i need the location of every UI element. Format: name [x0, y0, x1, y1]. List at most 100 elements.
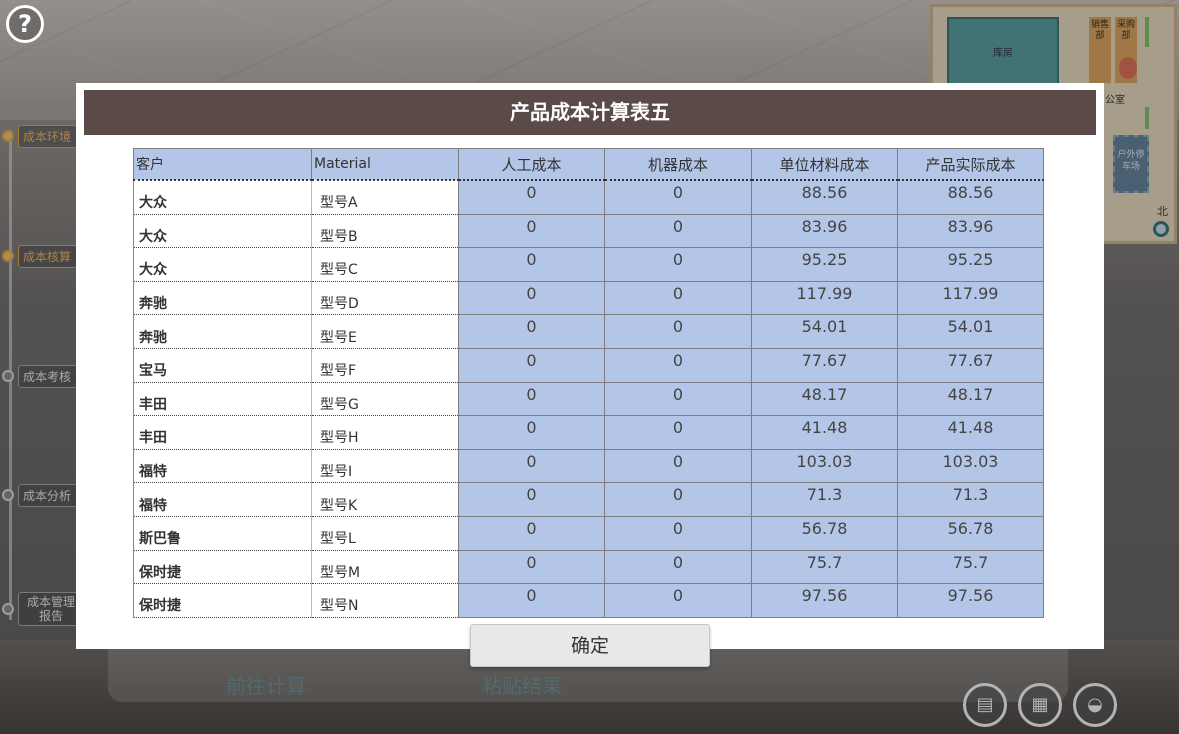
machine-cost-cell[interactable]: 0 [604, 448, 752, 484]
unit-material-cost-cell[interactable]: 75.7 [751, 549, 898, 585]
column-header-actual-cost: 产品实际成本 [897, 148, 1044, 181]
actual-cost-cell[interactable]: 77.67 [897, 347, 1044, 383]
actual-cost-cell[interactable]: 97.56 [897, 583, 1044, 618]
labor-cost-cell[interactable]: 0 [458, 280, 605, 316]
machine-cost-cell[interactable]: 0 [604, 213, 752, 249]
model-cell: 型号C [311, 247, 459, 282]
table-row: 保时捷 型号M 0 0 75.7 75.7 [133, 549, 1044, 585]
column-header-labor-cost: 人工成本 [458, 148, 605, 181]
model-cell: 型号N [311, 583, 459, 618]
table-row: 大众 型号B 0 0 83.96 83.96 [133, 213, 1044, 249]
labor-cost-cell[interactable]: 0 [458, 314, 605, 349]
column-header-material: Material [311, 148, 459, 181]
customer-cell: 奔驰 [133, 281, 312, 316]
labor-cost-cell[interactable]: 0 [458, 448, 605, 484]
unit-material-cost-cell[interactable]: 77.67 [751, 347, 898, 383]
customer-cell: 丰田 [133, 415, 312, 450]
actual-cost-cell[interactable]: 95.25 [897, 247, 1044, 282]
labor-cost-cell[interactable]: 0 [458, 515, 605, 551]
model-cell: 型号E [311, 314, 459, 349]
unit-material-cost-cell[interactable]: 97.56 [751, 583, 898, 618]
model-cell: 型号F [311, 348, 459, 383]
cost-table-dialog: 产品成本计算表五 客户 Material 人工成本 机器成本 单位材料成本 产品… [76, 83, 1104, 667]
actual-cost-cell[interactable]: 88.56 [897, 179, 1044, 215]
column-header-unit-material-cost: 单位材料成本 [751, 148, 898, 181]
unit-material-cost-cell[interactable]: 95.25 [751, 247, 898, 282]
cost-table: 客户 Material 人工成本 机器成本 单位材料成本 产品实际成本 大众 型号… [133, 148, 1044, 618]
model-cell: 型号L [311, 516, 459, 551]
labor-cost-cell[interactable]: 0 [458, 381, 605, 417]
machine-cost-cell[interactable]: 0 [604, 415, 752, 450]
machine-cost-cell[interactable]: 0 [604, 583, 752, 618]
actual-cost-cell[interactable]: 75.7 [897, 549, 1044, 585]
unit-material-cost-cell[interactable]: 48.17 [751, 381, 898, 417]
labor-cost-cell[interactable]: 0 [458, 583, 605, 618]
customer-cell: 福特 [133, 482, 312, 517]
customer-cell: 大众 [133, 247, 312, 282]
model-cell: 型号H [311, 415, 459, 450]
customer-cell: 保时捷 [133, 550, 312, 585]
unit-material-cost-cell[interactable]: 56.78 [751, 515, 898, 551]
labor-cost-cell[interactable]: 0 [458, 549, 605, 585]
unit-material-cost-cell[interactable]: 83.96 [751, 213, 898, 249]
actual-cost-cell[interactable]: 56.78 [897, 515, 1044, 551]
help-icon[interactable]: ? [6, 5, 44, 43]
actual-cost-cell[interactable]: 54.01 [897, 314, 1044, 349]
labor-cost-cell[interactable]: 0 [458, 347, 605, 383]
table-row: 福特 型号K 0 0 71.3 71.3 [133, 482, 1044, 517]
customer-cell: 福特 [133, 449, 312, 484]
labor-cost-cell[interactable]: 0 [458, 247, 605, 282]
table-row: 宝马 型号F 0 0 77.67 77.67 [133, 347, 1044, 383]
confirm-button[interactable]: 确定 [470, 624, 710, 667]
table-row: 大众 型号C 0 0 95.25 95.25 [133, 247, 1044, 282]
labor-cost-cell[interactable]: 0 [458, 213, 605, 249]
machine-cost-cell[interactable]: 0 [604, 314, 752, 349]
table-row: 奔驰 型号D 0 0 117.99 117.99 [133, 280, 1044, 316]
actual-cost-cell[interactable]: 71.3 [897, 482, 1044, 517]
labor-cost-cell[interactable]: 0 [458, 179, 605, 215]
unit-material-cost-cell[interactable]: 88.56 [751, 179, 898, 215]
unit-material-cost-cell[interactable]: 117.99 [751, 280, 898, 316]
actual-cost-cell[interactable]: 41.48 [897, 415, 1044, 450]
unit-material-cost-cell[interactable]: 71.3 [751, 482, 898, 517]
actual-cost-cell[interactable]: 48.17 [897, 381, 1044, 417]
actual-cost-cell[interactable]: 83.96 [897, 213, 1044, 249]
labor-cost-cell[interactable]: 0 [458, 482, 605, 517]
labor-cost-cell[interactable]: 0 [458, 415, 605, 450]
table-row: 斯巴鲁 型号L 0 0 56.78 56.78 [133, 515, 1044, 551]
column-header-customer: 客户 [133, 148, 312, 181]
machine-cost-cell[interactable]: 0 [604, 549, 752, 585]
table-row: 大众 型号A 0 0 88.56 88.56 [133, 179, 1044, 215]
table-row: 保时捷 型号N 0 0 97.56 97.56 [133, 583, 1044, 618]
table-row: 丰田 型号G 0 0 48.17 48.17 [133, 381, 1044, 417]
unit-material-cost-cell[interactable]: 41.48 [751, 415, 898, 450]
model-cell: 型号G [311, 382, 459, 417]
customer-cell: 大众 [133, 214, 312, 249]
machine-cost-cell[interactable]: 0 [604, 515, 752, 551]
machine-cost-cell[interactable]: 0 [604, 179, 752, 215]
table-row: 奔驰 型号E 0 0 54.01 54.01 [133, 314, 1044, 349]
table-header-row: 客户 Material 人工成本 机器成本 单位材料成本 产品实际成本 [133, 148, 1044, 181]
table-row: 福特 型号I 0 0 103.03 103.03 [133, 448, 1044, 484]
model-cell: 型号M [311, 550, 459, 585]
machine-cost-cell[interactable]: 0 [604, 347, 752, 383]
unit-material-cost-cell[interactable]: 103.03 [751, 448, 898, 484]
customer-cell: 大众 [133, 180, 312, 215]
actual-cost-cell[interactable]: 103.03 [897, 448, 1044, 484]
table-row: 丰田 型号H 0 0 41.48 41.48 [133, 415, 1044, 450]
model-cell: 型号I [311, 449, 459, 484]
column-header-machine-cost: 机器成本 [604, 148, 752, 181]
actual-cost-cell[interactable]: 117.99 [897, 280, 1044, 316]
customer-cell: 斯巴鲁 [133, 516, 312, 551]
machine-cost-cell[interactable]: 0 [604, 280, 752, 316]
customer-cell: 宝马 [133, 348, 312, 383]
model-cell: 型号K [311, 482, 459, 517]
model-cell: 型号A [311, 180, 459, 215]
machine-cost-cell[interactable]: 0 [604, 381, 752, 417]
machine-cost-cell[interactable]: 0 [604, 482, 752, 517]
unit-material-cost-cell[interactable]: 54.01 [751, 314, 898, 349]
model-cell: 型号B [311, 214, 459, 249]
customer-cell: 丰田 [133, 382, 312, 417]
customer-cell: 保时捷 [133, 583, 312, 618]
machine-cost-cell[interactable]: 0 [604, 247, 752, 282]
